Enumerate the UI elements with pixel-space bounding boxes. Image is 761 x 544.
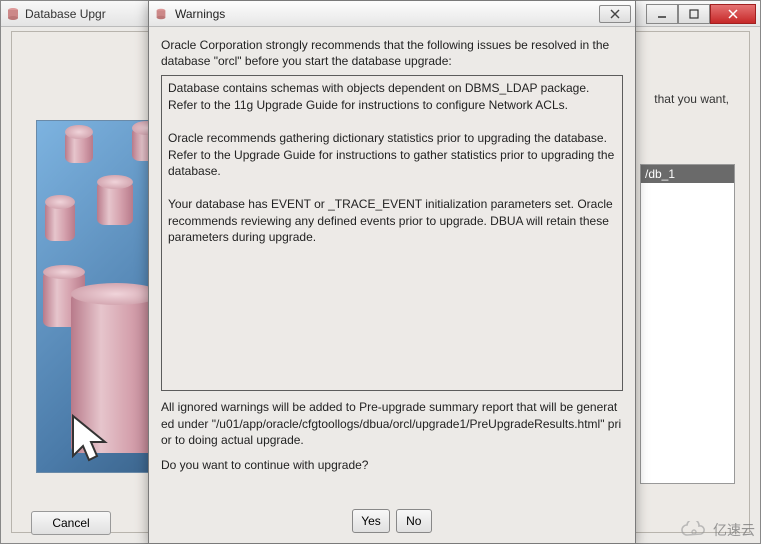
- truncated-text: that you want,: [654, 92, 729, 106]
- list-item[interactable]: /db_1: [641, 165, 734, 183]
- cursor-icon: [67, 412, 107, 462]
- warnings-textarea[interactable]: Database contains schemas with objects d…: [161, 75, 623, 391]
- dialog-close-button[interactable]: [599, 5, 631, 23]
- yes-button[interactable]: Yes: [352, 509, 390, 533]
- cloud-icon: [679, 521, 707, 539]
- watermark-text: 亿速云: [713, 520, 755, 540]
- footer-note: All ignored warnings will be added to Pr…: [161, 399, 623, 448]
- path-listbox[interactable]: /db_1: [640, 164, 735, 484]
- no-button[interactable]: No: [396, 509, 432, 533]
- dialog-title: Warnings: [175, 7, 599, 21]
- continue-question: Do you want to continue with upgrade?: [161, 458, 623, 472]
- warnings-dialog: Warnings Oracle Corporation strongly rec…: [148, 0, 636, 544]
- intro-text: Oracle Corporation strongly recommends t…: [161, 37, 623, 69]
- cancel-button[interactable]: Cancel: [31, 511, 111, 535]
- watermark: 亿速云: [679, 520, 755, 540]
- dialog-icon: [153, 6, 169, 22]
- close-button[interactable]: [710, 4, 756, 24]
- dialog-button-row: Yes No: [149, 501, 635, 543]
- window-controls: [646, 4, 756, 24]
- dialog-titlebar: Warnings: [149, 1, 635, 27]
- app-icon: [5, 6, 21, 22]
- maximize-button[interactable]: [678, 4, 710, 24]
- minimize-button[interactable]: [646, 4, 678, 24]
- dialog-body: Oracle Corporation strongly recommends t…: [149, 27, 635, 501]
